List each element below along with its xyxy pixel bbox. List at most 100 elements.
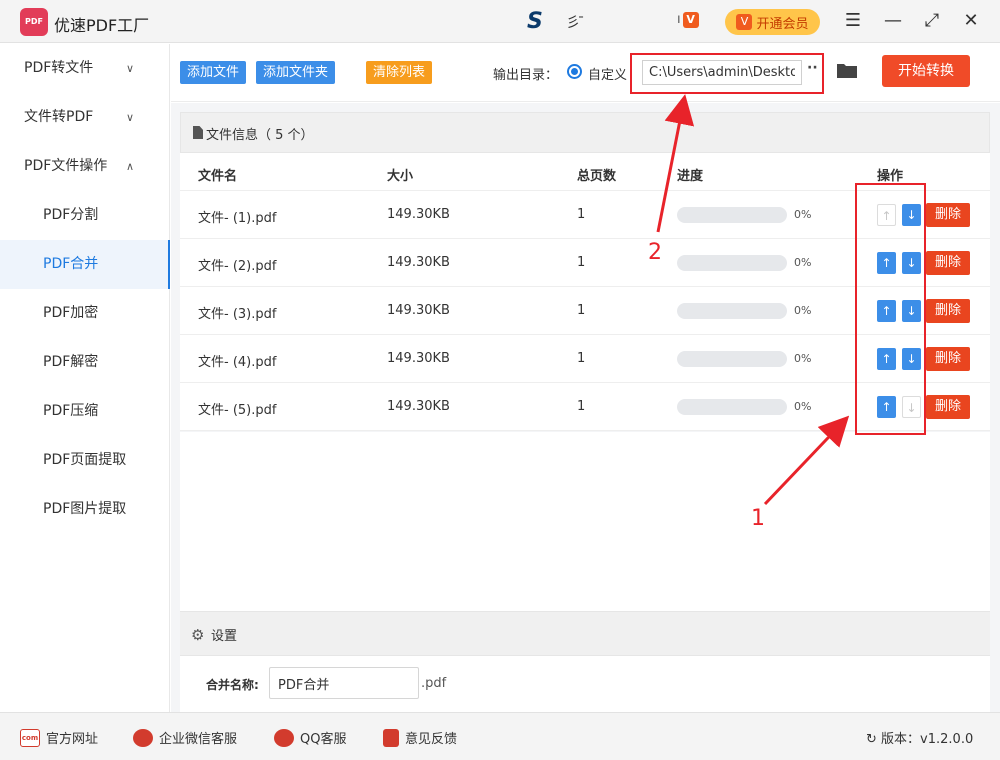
delete-button[interactable]: 删除 (926, 347, 970, 371)
sidebar-item-pdf-merge[interactable]: PDF合并 (0, 240, 170, 289)
official-website-label: 官方网址 (46, 732, 99, 747)
delete-button[interactable]: 删除 (926, 395, 970, 419)
sidebar-group-pdf-to-file[interactable]: PDF转文件 ∨ (0, 44, 170, 93)
progress-percent: 0% (794, 352, 812, 365)
close-button[interactable]: ✕ (959, 9, 983, 33)
title-bar: PDF 优速PDF工厂 S 彡 ̄ ıV V 开通会员 ☰ — ⤢ ✕ (0, 0, 1000, 43)
file-name: 文件- (4).pdf (198, 355, 277, 370)
sidebar-group-label: 文件转PDF (24, 109, 94, 125)
chevron-down-icon: ∨ (126, 62, 135, 75)
progress-bar (677, 207, 787, 223)
progress-bar (677, 399, 787, 415)
version-info[interactable]: ↻ 版本：v1.2.0.0 (866, 728, 973, 747)
annotation-label-2: 2 (648, 240, 662, 265)
settings-header: ⚙ 设置 (180, 612, 990, 656)
user-name[interactable]: 彡 ̄ (566, 12, 584, 32)
sidebar-item-pdf-encrypt[interactable]: PDF加密 (0, 289, 170, 338)
website-icon: com (20, 728, 40, 747)
sidebar: PDF转文件 ∨ 文件转PDF ∨ PDF文件操作 ∧ PDF分割 PDF合并 … (0, 44, 170, 712)
sidebar-item-label: PDF图片提取 (43, 501, 127, 517)
progress-percent: 0% (794, 256, 812, 269)
file-size: 149.30KB (387, 303, 450, 318)
annotation-box-sort-buttons (855, 183, 926, 435)
sidebar-item-pdf-compress[interactable]: PDF压缩 (0, 387, 170, 436)
sidebar-item-label: PDF加密 (43, 305, 99, 321)
file-size: 149.30KB (387, 399, 450, 414)
annotation-box-output-path (630, 53, 824, 94)
progress-percent: 0% (794, 208, 812, 221)
user-avatar-icon[interactable]: S (527, 9, 543, 34)
official-website-link[interactable]: com 官方网址 (20, 728, 98, 747)
wechat-icon (133, 728, 153, 747)
settings-panel: ⚙ 设置 合并名称: .pdf (180, 611, 990, 712)
add-folder-button[interactable]: 添加文件夹 (256, 61, 336, 84)
feedback-label: 意见反馈 (405, 732, 458, 747)
file-size: 149.30KB (387, 255, 450, 270)
file-size: 149.30KB (387, 207, 450, 222)
folder-icon[interactable] (837, 62, 857, 78)
chevron-down-icon: ∨ (126, 111, 135, 124)
footer: com 官方网址 企业微信客服 QQ客服 意见反馈 ↻ 版本：v1.2.0.0 (0, 712, 1000, 760)
delete-button[interactable]: 删除 (926, 251, 970, 275)
qq-icon (274, 728, 294, 747)
maximize-button[interactable]: ⤢ (920, 9, 944, 33)
column-header-pages: 总页数 (577, 169, 617, 184)
app-logo-icon: PDF (20, 8, 48, 36)
file-pages: 1 (577, 207, 586, 222)
qq-service-label: QQ客服 (300, 732, 347, 747)
delete-button[interactable]: 删除 (926, 299, 970, 323)
file-size: 149.30KB (387, 351, 450, 366)
sidebar-item-label: PDF压缩 (43, 403, 99, 419)
custom-dir-radio[interactable] (567, 64, 582, 79)
version-label: 版本：v1.2.0.0 (881, 732, 974, 747)
file-pages: 1 (577, 303, 586, 318)
annotation-label-1: 1 (751, 506, 765, 531)
minimize-button[interactable]: — (881, 9, 905, 33)
progress-percent: 0% (794, 304, 812, 317)
feedback-link[interactable]: 意见反馈 (383, 728, 457, 747)
wechat-service-label: 企业微信客服 (159, 732, 238, 747)
sidebar-item-label: PDF分割 (43, 207, 99, 223)
document-icon (193, 126, 203, 139)
column-header-name: 文件名 (198, 169, 238, 184)
sidebar-item-pdf-split[interactable]: PDF分割 (0, 191, 170, 240)
add-file-button[interactable]: 添加文件 (180, 61, 247, 84)
menu-icon[interactable]: ☰ (841, 9, 865, 33)
sidebar-group-label: PDF转文件 (24, 60, 94, 76)
app-title: 优速PDF工厂 (54, 16, 150, 35)
open-vip-button[interactable]: V 开通会员 (725, 9, 820, 35)
vip-icon: V (736, 14, 753, 30)
merge-name-label: 合并名称: (206, 678, 259, 692)
gear-icon: ⚙ (191, 626, 205, 644)
file-info-title: 文件信息（ 5 个） (206, 128, 314, 143)
merge-name-input[interactable] (269, 667, 419, 699)
sidebar-item-pdf-image-extract[interactable]: PDF图片提取 (0, 485, 170, 534)
sidebar-group-label: PDF文件操作 (24, 158, 108, 174)
feedback-icon (383, 728, 399, 747)
sidebar-item-pdf-decrypt[interactable]: PDF解密 (0, 338, 170, 387)
file-pages: 1 (577, 399, 586, 414)
table-empty-area (180, 432, 990, 611)
sidebar-group-file-to-pdf[interactable]: 文件转PDF ∨ (0, 93, 170, 142)
output-dir-label: 输出目录： (493, 68, 559, 83)
progress-percent: 0% (794, 400, 812, 413)
progress-bar (677, 303, 787, 319)
column-header-progress: 进度 (677, 169, 704, 184)
settings-title: 设置 (211, 629, 238, 644)
progress-bar (677, 351, 787, 367)
start-convert-button[interactable]: 开始转换 (882, 55, 970, 87)
wechat-service-link[interactable]: 企业微信客服 (133, 728, 237, 747)
open-vip-label: 开通会员 (756, 16, 809, 32)
delete-button[interactable]: 删除 (926, 203, 970, 227)
file-name: 文件- (5).pdf (198, 403, 277, 418)
qq-service-link[interactable]: QQ客服 (274, 728, 346, 747)
toolbar: 添加文件 添加文件夹 清除列表 输出目录： 自定义 ·· 开始转换 (171, 44, 1000, 102)
sidebar-item-pdf-page-extract[interactable]: PDF页面提取 (0, 436, 170, 485)
file-name: 文件- (1).pdf (198, 211, 277, 226)
clear-list-button[interactable]: 清除列表 (366, 61, 433, 84)
refresh-icon: ↻ (866, 732, 877, 747)
sidebar-item-label: PDF合并 (43, 256, 99, 272)
chevron-up-icon: ∧ (126, 160, 135, 173)
sidebar-group-pdf-operations[interactable]: PDF文件操作 ∧ (0, 142, 170, 191)
column-header-size: 大小 (387, 169, 414, 184)
